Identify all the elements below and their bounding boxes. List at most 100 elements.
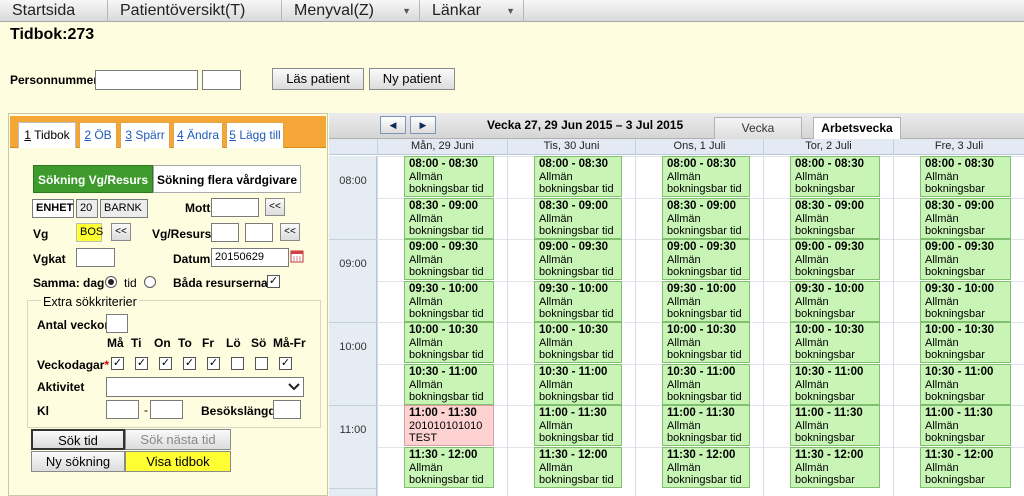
- weekday-checkbox-lo[interactable]: [231, 357, 244, 370]
- aktivitet-select[interactable]: [106, 377, 304, 397]
- available-slot[interactable]: 10:30 - 11:00Allmän bokningsbar tid: [790, 364, 880, 405]
- available-slot[interactable]: 10:00 - 10:30 Allmän bokningsbar tid: [534, 322, 622, 363]
- slot-time: 08:30 - 09:00: [539, 200, 609, 212]
- available-slot[interactable]: 09:00 - 09:30 Allmän bokningsbar tid: [534, 239, 622, 280]
- available-slot[interactable]: 11:30 - 12:00 Allmän bokningsbar tid: [534, 447, 622, 488]
- available-slot[interactable]: 11:30 - 12:00 Allmän bokningsbar tid: [662, 447, 750, 488]
- available-slot[interactable]: 08:30 - 09:00Allmän bokningsbar tid: [920, 198, 1011, 239]
- available-slot[interactable]: 10:00 - 10:30 Allmän bokningsbar tid: [662, 322, 750, 363]
- vg-lookup-button[interactable]: <<: [111, 223, 131, 241]
- available-slot[interactable]: 10:00 - 10:30Allmän bokningsbartid: [920, 322, 1011, 363]
- ny-sokning-button[interactable]: Ny sökning: [31, 451, 125, 472]
- antal-veckor-input[interactable]: [106, 314, 128, 333]
- veckodagar-text: Veckodagar: [37, 358, 105, 372]
- available-slot[interactable]: 09:00 - 09:30Allmän bokningsbartid: [920, 239, 1011, 280]
- personnummer-suffix-input[interactable]: [202, 70, 241, 90]
- slot-time: 11:00 - 11:30: [795, 407, 863, 419]
- personnummer-input[interactable]: [95, 70, 198, 90]
- tab-label: ÖB: [94, 128, 112, 142]
- available-slot[interactable]: 09:30 - 10:00 Allmän bokningsbar tid: [404, 281, 494, 322]
- read-patient-button[interactable]: Läs patient: [272, 68, 364, 90]
- kl-to-input[interactable]: [150, 400, 183, 419]
- view-tab-vecka[interactable]: Vecka: [714, 117, 802, 139]
- available-slot[interactable]: 09:00 - 09:30Allmän bokningsbartid: [790, 239, 880, 280]
- weekday-checkbox-fr[interactable]: ✓: [207, 357, 220, 370]
- bada-resurserna-checkbox[interactable]: ✓: [267, 275, 280, 288]
- weekday-checkbox-ti[interactable]: ✓: [135, 357, 148, 370]
- tab-andra[interactable]: 4 Ändra: [173, 122, 223, 148]
- available-slot[interactable]: 09:00 - 09:30 Allmän bokningsbar tid: [404, 239, 494, 280]
- prev-week-button[interactable]: ◀: [380, 116, 406, 134]
- vg-input[interactable]: BOS: [76, 223, 103, 242]
- menu-startsida[interactable]: Startsida: [0, 0, 108, 22]
- slot-time: 09:30 - 10:00: [539, 283, 609, 295]
- mott-lookup-button[interactable]: <<: [265, 198, 285, 216]
- available-slot[interactable]: 08:30 - 09:00 Allmän bokningsbar tid: [534, 198, 622, 239]
- available-slot[interactable]: 11:00 - 11:30 Allmän bokningsbar tid: [534, 405, 622, 446]
- available-slot[interactable]: 08:00 - 08:30 Allmän bokningsbar tid: [404, 156, 494, 197]
- hour-divider: [329, 405, 377, 406]
- available-slot[interactable]: 08:00 - 08:30 Allmän bokningsbar tid: [662, 156, 750, 197]
- samma-label: Samma: dag: [33, 276, 105, 290]
- view-tab-arbetsvecka[interactable]: Arbetsvecka: [813, 117, 901, 139]
- tab-tidbok[interactable]: 1 Tidbok: [18, 122, 76, 148]
- available-slot[interactable]: 10:30 - 11:00 Allmän bokningsbar tid: [404, 364, 494, 405]
- weekday-checkbox-ma-fr[interactable]: ✓: [279, 357, 292, 370]
- datum-input[interactable]: 20150629: [211, 248, 289, 267]
- available-slot[interactable]: 10:30 - 11:00 Allmän bokningsbar tid: [662, 364, 750, 405]
- available-slot[interactable]: 09:30 - 10:00Allmän bokningsbar tid: [920, 281, 1011, 322]
- available-slot[interactable]: 10:00 - 10:30Allmän bokningsbartid: [790, 322, 880, 363]
- available-slot[interactable]: 08:30 - 09:00 Allmän bokningsbar tid: [662, 198, 750, 239]
- available-slot[interactable]: 08:00 - 08:30Allmän bokningsbartid: [920, 156, 1011, 197]
- weekday-checkbox-so[interactable]: [255, 357, 268, 370]
- available-slot[interactable]: 11:30 - 12:00 Allmän bokningsbar tid: [404, 447, 494, 488]
- mott-input[interactable]: [211, 198, 259, 217]
- calendar-icon[interactable]: [290, 249, 304, 263]
- available-slot[interactable]: 11:00 - 11:30Allmän bokningsbartid: [790, 405, 880, 446]
- sok-nasta-tid-button[interactable]: Sök nästa tid: [125, 429, 231, 450]
- weekday-checkbox-on[interactable]: ✓: [159, 357, 172, 370]
- booked-appointment[interactable]: 11:00 - 11:30 201010101010 TEST: [404, 405, 494, 446]
- available-slot[interactable]: 09:30 - 10:00 Allmän bokningsbar tid: [662, 281, 750, 322]
- available-slot[interactable]: 09:30 - 10:00 Allmän bokningsbar tid: [534, 281, 622, 322]
- sok-tid-button[interactable]: Sök tid: [31, 429, 125, 450]
- available-slot[interactable]: 09:00 - 09:30 Allmän bokningsbar tid: [662, 239, 750, 280]
- vgresurs-input-1[interactable]: [211, 223, 239, 242]
- slot-time: 10:00 - 10:30: [539, 324, 609, 336]
- menu-menyval[interactable]: Menyval(Z) ▼: [282, 0, 420, 22]
- available-slot[interactable]: 11:00 - 11:30Allmän bokningsbartid: [920, 405, 1011, 446]
- weekday-checkbox-ma[interactable]: ✓: [111, 357, 124, 370]
- available-slot[interactable]: 09:30 - 10:00Allmän bokningsbar tid: [790, 281, 880, 322]
- tab-lagg-till[interactable]: 5 Lägg till: [226, 122, 284, 148]
- tab-ob[interactable]: 2 ÖB: [79, 122, 117, 148]
- next-week-button[interactable]: ▶: [410, 116, 436, 134]
- weekday-checkbox-to[interactable]: ✓: [183, 357, 196, 370]
- visa-tidbok-button[interactable]: Visa tidbok: [125, 451, 231, 472]
- available-slot[interactable]: 10:00 - 10:30 Allmän bokningsbar tid: [404, 322, 494, 363]
- available-slot[interactable]: 08:30 - 09:00 Allmän bokningsbar tid: [404, 198, 494, 239]
- besokslangd-input[interactable]: [273, 400, 301, 419]
- samma-dag-radio[interactable]: [105, 276, 117, 288]
- samma-tid-radio[interactable]: [144, 276, 156, 288]
- available-slot[interactable]: 08:30 - 09:00Allmän bokningsbar tid: [790, 198, 880, 239]
- available-slot[interactable]: 11:00 - 11:30 Allmän bokningsbar tid: [662, 405, 750, 446]
- available-slot[interactable]: 11:30 - 12:00Allmän bokningsbartid: [790, 447, 880, 488]
- available-slot[interactable]: 11:30 - 12:00Allmän bokningsbartid: [920, 447, 1011, 488]
- available-slot[interactable]: 08:00 - 08:30Allmän bokningsbartid: [790, 156, 880, 197]
- mode-single-button[interactable]: Sökning Vg/Resurs: [33, 165, 153, 193]
- weekday-header: To: [178, 336, 192, 350]
- available-slot[interactable]: 10:30 - 11:00Allmän bokningsbar tid: [920, 364, 1011, 405]
- week-title: Vecka 27, 29 Jun 2015 – 3 Jul 2015: [487, 118, 684, 132]
- available-slot[interactable]: 08:00 - 08:30 Allmän bokningsbar tid: [534, 156, 622, 197]
- vgresurs-input-2[interactable]: [245, 223, 273, 242]
- available-slot[interactable]: 10:30 - 11:00 Allmän bokningsbar tid: [534, 364, 622, 405]
- mode-multi-button[interactable]: Sökning flera vårdgivare: [153, 165, 301, 193]
- menu-patientoversikt[interactable]: Patientöversikt(T): [108, 0, 282, 22]
- slot-description: Allmän bokningsbar: [925, 420, 985, 444]
- vgkat-input[interactable]: [76, 248, 115, 267]
- vgresurs-lookup-button[interactable]: <<: [280, 223, 300, 241]
- new-patient-button[interactable]: Ny patient: [369, 68, 455, 90]
- kl-from-input[interactable]: [106, 400, 139, 419]
- menu-lankar[interactable]: Länkar ▼: [420, 0, 524, 22]
- tab-sparr[interactable]: 3 Spärr: [120, 122, 170, 148]
